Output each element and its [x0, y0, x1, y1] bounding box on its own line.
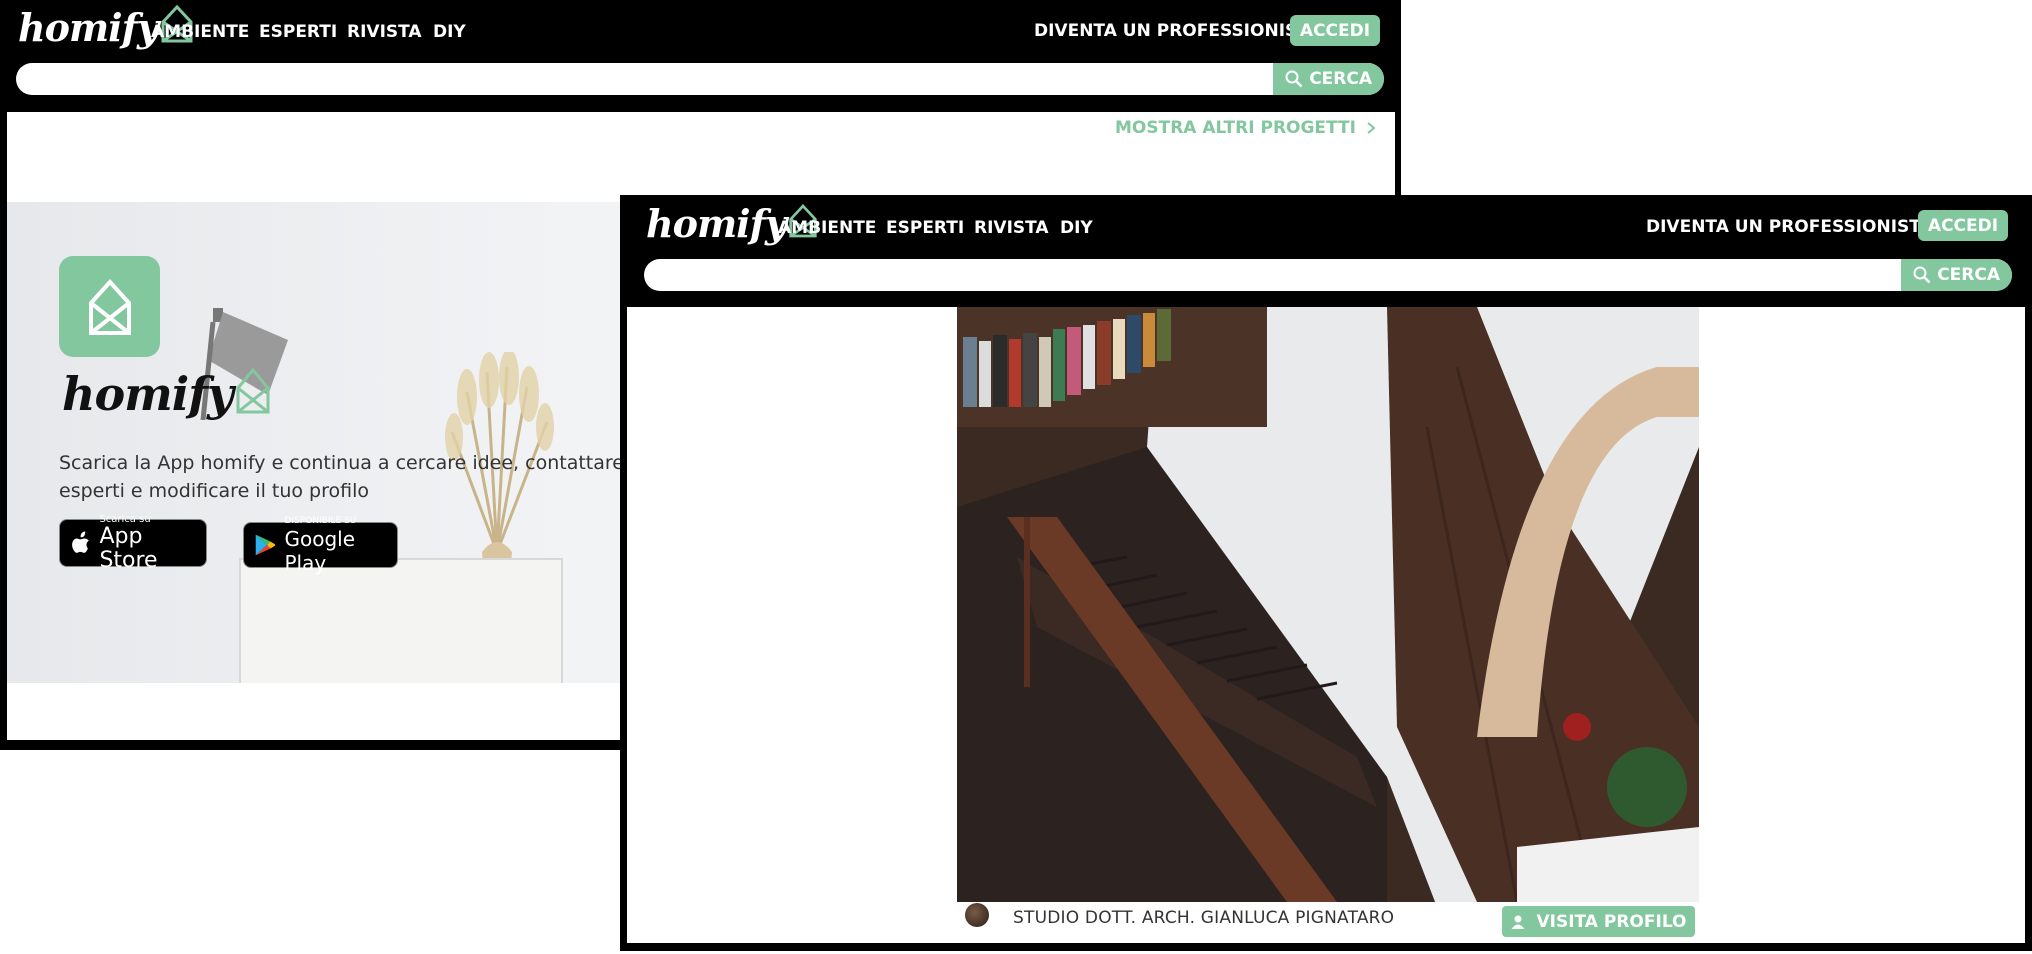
search-icon [1913, 266, 1931, 284]
nav-rivista[interactable]: RIVISTA [347, 22, 422, 42]
project-photo[interactable] [957, 307, 1699, 902]
search-bar: CERCA [16, 63, 1384, 95]
avatar[interactable] [965, 903, 989, 927]
search-button[interactable]: CERCA [1273, 63, 1384, 95]
dresser-illustration [239, 558, 563, 683]
become-professional-link[interactable]: DIVENTA UN PROFESSIONISTA [1646, 217, 1933, 237]
browser-window-front: homify AMBIENTE ESPERTI RIVISTA DIY DIVE… [620, 195, 2032, 951]
homify-app-icon [59, 256, 160, 357]
search-input[interactable] [656, 259, 1890, 291]
search-button[interactable]: CERCA [1901, 259, 2012, 291]
chevron-right-icon [1367, 122, 1376, 134]
search-input[interactable] [28, 63, 1262, 95]
house-logo-icon [236, 367, 270, 414]
nav-diy[interactable]: DIY [1060, 218, 1093, 238]
google-play-icon [255, 534, 276, 556]
banner-homify-logo: homify [62, 367, 271, 421]
google-play-big: Google Play [284, 526, 356, 575]
page-content: STUDIO DOTT. ARCH. GIANLUCA PIGNATARO VI… [627, 307, 2025, 943]
top-navbar: homify AMBIENTE ESPERTI RIVISTA DIY DIVE… [0, 0, 1401, 60]
more-projects-link[interactable]: MOSTRA ALTRI PROGETTI [1115, 118, 1376, 138]
google-play-badge[interactable]: DISPONIBILE SU Google Play [243, 516, 398, 575]
more-projects-label: MOSTRA ALTRI PROGETTI [1115, 118, 1356, 138]
staircase-photo [957, 307, 1699, 902]
banner-description: Scarica la App homify e continua a cerca… [59, 452, 624, 502]
search-bar: CERCA [644, 259, 2012, 291]
visit-profile-label: VISITA PROFILO [1536, 911, 1687, 932]
nav-esperti[interactable]: ESPERTI [259, 22, 337, 42]
top-navbar: homify AMBIENTE ESPERTI RIVISTA DIY DIVE… [620, 195, 2032, 255]
nav-esperti[interactable]: ESPERTI [886, 218, 964, 238]
house-logo-icon [88, 278, 131, 335]
app-store-text: Scarica su App Store [99, 514, 196, 573]
visit-profile-button[interactable]: VISITA PROFILO [1502, 906, 1695, 937]
app-store-big: App Store [99, 523, 158, 573]
login-button[interactable]: ACCEDI [1918, 210, 2008, 241]
nav-ambiente[interactable]: AMBIENTE [151, 22, 249, 42]
google-play-text: DISPONIBILE SU Google Play [284, 516, 387, 575]
logo-text: homify [18, 5, 159, 50]
login-button[interactable]: ACCEDI [1290, 15, 1380, 46]
search-button-label: CERCA [1309, 69, 1372, 89]
nav-rivista[interactable]: RIVISTA [974, 218, 1049, 238]
become-professional-link[interactable]: DIVENTA UN PROFESSIONISTA [1034, 21, 1321, 41]
search-button-label: CERCA [1937, 265, 2000, 285]
banner-logo-text: homify [62, 367, 234, 421]
professional-bar: STUDIO DOTT. ARCH. GIANLUCA PIGNATARO VI… [957, 902, 1699, 942]
nav-ambiente[interactable]: AMBIENTE [778, 218, 876, 238]
apple-icon [72, 531, 89, 553]
user-icon [1511, 915, 1525, 929]
logo-text: homify [646, 201, 787, 246]
app-store-small: Scarica su [99, 513, 151, 525]
nav-diy[interactable]: DIY [433, 22, 466, 42]
app-store-badge[interactable]: Scarica su App Store [59, 514, 207, 572]
search-icon [1285, 70, 1303, 88]
professional-name[interactable]: STUDIO DOTT. ARCH. GIANLUCA PIGNATARO [1013, 908, 1394, 928]
google-play-small: DISPONIBILE SU [284, 515, 357, 526]
